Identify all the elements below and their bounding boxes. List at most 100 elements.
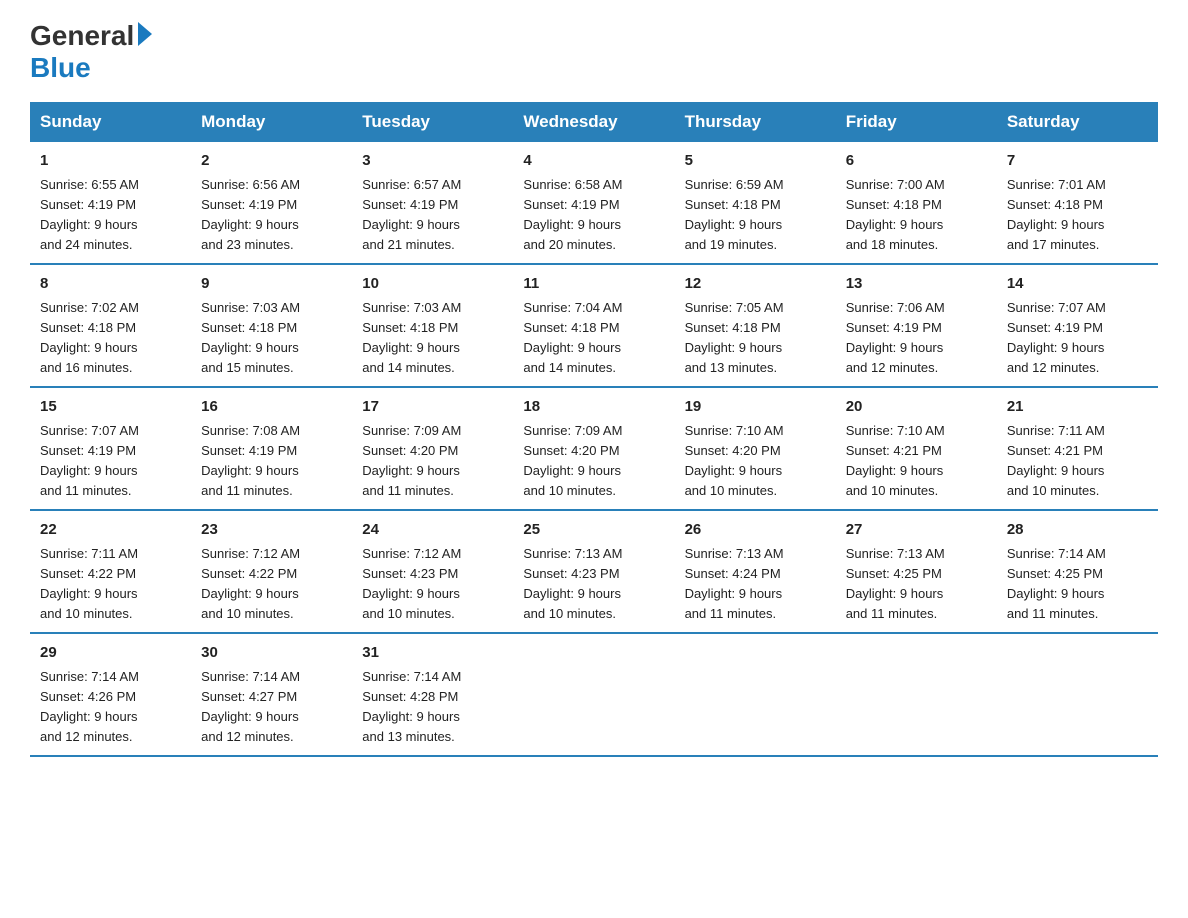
day-info: Sunrise: 7:07 AM Sunset: 4:19 PM Dayligh… [40,421,181,502]
day-number: 27 [846,519,987,542]
day-info: Sunrise: 7:12 AM Sunset: 4:23 PM Dayligh… [362,544,503,625]
day-info: Sunrise: 7:02 AM Sunset: 4:18 PM Dayligh… [40,298,181,379]
day-cell [675,633,836,756]
day-cell: 11Sunrise: 7:04 AM Sunset: 4:18 PM Dayli… [513,264,674,387]
day-info: Sunrise: 7:13 AM Sunset: 4:25 PM Dayligh… [846,544,987,625]
day-info: Sunrise: 7:09 AM Sunset: 4:20 PM Dayligh… [523,421,664,502]
day-info: Sunrise: 6:57 AM Sunset: 4:19 PM Dayligh… [362,175,503,256]
logo-arrow-icon [138,22,152,46]
header-cell-saturday: Saturday [997,102,1158,142]
day-cell: 16Sunrise: 7:08 AM Sunset: 4:19 PM Dayli… [191,387,352,510]
day-number: 23 [201,519,342,542]
day-info: Sunrise: 6:58 AM Sunset: 4:19 PM Dayligh… [523,175,664,256]
calendar-body: 1Sunrise: 6:55 AM Sunset: 4:19 PM Daylig… [30,142,1158,756]
day-number: 7 [1007,150,1148,173]
day-number: 4 [523,150,664,173]
header-cell-thursday: Thursday [675,102,836,142]
calendar-header: SundayMondayTuesdayWednesdayThursdayFrid… [30,102,1158,142]
header-row: SundayMondayTuesdayWednesdayThursdayFrid… [30,102,1158,142]
header-cell-sunday: Sunday [30,102,191,142]
day-info: Sunrise: 6:56 AM Sunset: 4:19 PM Dayligh… [201,175,342,256]
day-info: Sunrise: 7:01 AM Sunset: 4:18 PM Dayligh… [1007,175,1148,256]
day-number: 11 [523,273,664,296]
day-cell: 30Sunrise: 7:14 AM Sunset: 4:27 PM Dayli… [191,633,352,756]
day-cell: 29Sunrise: 7:14 AM Sunset: 4:26 PM Dayli… [30,633,191,756]
day-cell: 3Sunrise: 6:57 AM Sunset: 4:19 PM Daylig… [352,142,513,264]
day-number: 19 [685,396,826,419]
logo-general: General [30,20,134,52]
day-number: 3 [362,150,503,173]
week-row-3: 15Sunrise: 7:07 AM Sunset: 4:19 PM Dayli… [30,387,1158,510]
logo-blue: Blue [30,52,91,84]
calendar-table: SundayMondayTuesdayWednesdayThursdayFrid… [30,102,1158,757]
day-cell: 5Sunrise: 6:59 AM Sunset: 4:18 PM Daylig… [675,142,836,264]
day-number: 18 [523,396,664,419]
week-row-5: 29Sunrise: 7:14 AM Sunset: 4:26 PM Dayli… [30,633,1158,756]
day-number: 5 [685,150,826,173]
day-info: Sunrise: 7:13 AM Sunset: 4:24 PM Dayligh… [685,544,826,625]
day-cell: 31Sunrise: 7:14 AM Sunset: 4:28 PM Dayli… [352,633,513,756]
day-cell [997,633,1158,756]
day-number: 17 [362,396,503,419]
day-cell: 25Sunrise: 7:13 AM Sunset: 4:23 PM Dayli… [513,510,674,633]
day-number: 29 [40,642,181,665]
day-cell: 20Sunrise: 7:10 AM Sunset: 4:21 PM Dayli… [836,387,997,510]
day-cell: 21Sunrise: 7:11 AM Sunset: 4:21 PM Dayli… [997,387,1158,510]
day-cell: 10Sunrise: 7:03 AM Sunset: 4:18 PM Dayli… [352,264,513,387]
logo-text: General [30,20,152,52]
day-cell: 24Sunrise: 7:12 AM Sunset: 4:23 PM Dayli… [352,510,513,633]
week-row-2: 8Sunrise: 7:02 AM Sunset: 4:18 PM Daylig… [30,264,1158,387]
week-row-1: 1Sunrise: 6:55 AM Sunset: 4:19 PM Daylig… [30,142,1158,264]
day-number: 16 [201,396,342,419]
day-info: Sunrise: 7:07 AM Sunset: 4:19 PM Dayligh… [1007,298,1148,379]
day-cell: 18Sunrise: 7:09 AM Sunset: 4:20 PM Dayli… [513,387,674,510]
day-cell: 15Sunrise: 7:07 AM Sunset: 4:19 PM Dayli… [30,387,191,510]
day-cell: 7Sunrise: 7:01 AM Sunset: 4:18 PM Daylig… [997,142,1158,264]
day-number: 12 [685,273,826,296]
day-cell: 9Sunrise: 7:03 AM Sunset: 4:18 PM Daylig… [191,264,352,387]
day-info: Sunrise: 7:08 AM Sunset: 4:19 PM Dayligh… [201,421,342,502]
day-info: Sunrise: 6:55 AM Sunset: 4:19 PM Dayligh… [40,175,181,256]
day-cell: 13Sunrise: 7:06 AM Sunset: 4:19 PM Dayli… [836,264,997,387]
day-cell: 6Sunrise: 7:00 AM Sunset: 4:18 PM Daylig… [836,142,997,264]
day-cell: 26Sunrise: 7:13 AM Sunset: 4:24 PM Dayli… [675,510,836,633]
day-cell: 14Sunrise: 7:07 AM Sunset: 4:19 PM Dayli… [997,264,1158,387]
day-number: 20 [846,396,987,419]
day-cell: 17Sunrise: 7:09 AM Sunset: 4:20 PM Dayli… [352,387,513,510]
day-number: 14 [1007,273,1148,296]
week-row-4: 22Sunrise: 7:11 AM Sunset: 4:22 PM Dayli… [30,510,1158,633]
day-number: 22 [40,519,181,542]
day-number: 13 [846,273,987,296]
day-info: Sunrise: 7:04 AM Sunset: 4:18 PM Dayligh… [523,298,664,379]
day-number: 2 [201,150,342,173]
day-info: Sunrise: 7:00 AM Sunset: 4:18 PM Dayligh… [846,175,987,256]
day-info: Sunrise: 7:14 AM Sunset: 4:25 PM Dayligh… [1007,544,1148,625]
day-number: 1 [40,150,181,173]
day-info: Sunrise: 7:11 AM Sunset: 4:22 PM Dayligh… [40,544,181,625]
header-cell-tuesday: Tuesday [352,102,513,142]
day-number: 31 [362,642,503,665]
day-info: Sunrise: 6:59 AM Sunset: 4:18 PM Dayligh… [685,175,826,256]
day-number: 30 [201,642,342,665]
day-cell: 12Sunrise: 7:05 AM Sunset: 4:18 PM Dayli… [675,264,836,387]
day-info: Sunrise: 7:14 AM Sunset: 4:26 PM Dayligh… [40,667,181,748]
day-cell [513,633,674,756]
day-info: Sunrise: 7:11 AM Sunset: 4:21 PM Dayligh… [1007,421,1148,502]
day-info: Sunrise: 7:10 AM Sunset: 4:20 PM Dayligh… [685,421,826,502]
day-cell: 27Sunrise: 7:13 AM Sunset: 4:25 PM Dayli… [836,510,997,633]
day-info: Sunrise: 7:06 AM Sunset: 4:19 PM Dayligh… [846,298,987,379]
day-number: 8 [40,273,181,296]
day-info: Sunrise: 7:14 AM Sunset: 4:28 PM Dayligh… [362,667,503,748]
day-number: 28 [1007,519,1148,542]
day-number: 21 [1007,396,1148,419]
day-number: 25 [523,519,664,542]
day-info: Sunrise: 7:05 AM Sunset: 4:18 PM Dayligh… [685,298,826,379]
day-info: Sunrise: 7:14 AM Sunset: 4:27 PM Dayligh… [201,667,342,748]
day-number: 10 [362,273,503,296]
day-number: 26 [685,519,826,542]
day-info: Sunrise: 7:13 AM Sunset: 4:23 PM Dayligh… [523,544,664,625]
day-cell: 28Sunrise: 7:14 AM Sunset: 4:25 PM Dayli… [997,510,1158,633]
day-info: Sunrise: 7:09 AM Sunset: 4:20 PM Dayligh… [362,421,503,502]
day-cell: 22Sunrise: 7:11 AM Sunset: 4:22 PM Dayli… [30,510,191,633]
day-info: Sunrise: 7:12 AM Sunset: 4:22 PM Dayligh… [201,544,342,625]
